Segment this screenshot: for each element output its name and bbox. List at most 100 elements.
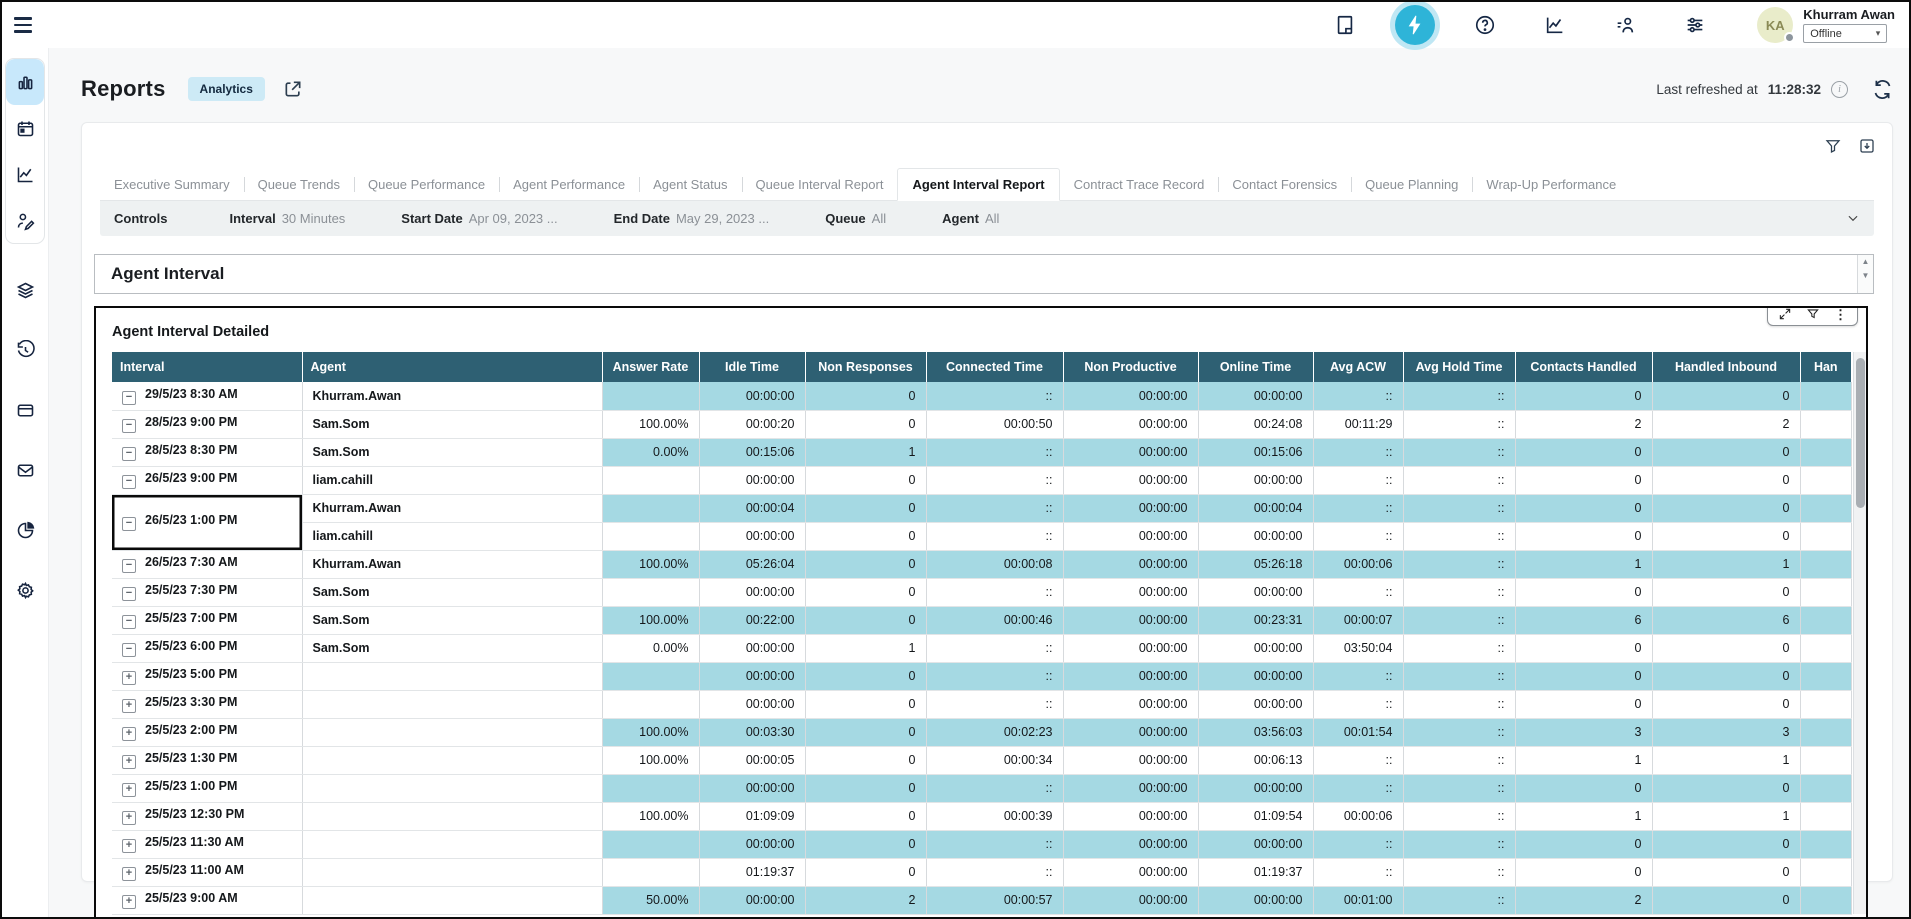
agent-cell[interactable]: liam.cahill bbox=[302, 466, 602, 494]
interval-cell[interactable]: +25/5/23 12:30 PM bbox=[112, 802, 302, 830]
cell-avg-acw[interactable]: :: bbox=[1313, 690, 1403, 718]
cell-answer-rate[interactable] bbox=[602, 578, 699, 606]
agent-cell[interactable]: Sam.Som bbox=[302, 634, 602, 662]
cell-non-productive[interactable]: 00:00:00 bbox=[1063, 830, 1198, 858]
cell-non-productive[interactable]: 00:00:00 bbox=[1063, 410, 1198, 438]
cell-online-time[interactable]: 00:00:00 bbox=[1198, 774, 1313, 802]
cell-non-responses[interactable]: 0 bbox=[805, 410, 926, 438]
cell-non-responses[interactable]: 0 bbox=[805, 858, 926, 886]
cell-connected-time[interactable]: :: bbox=[926, 634, 1063, 662]
cell-non-productive[interactable]: 00:00:00 bbox=[1063, 802, 1198, 830]
tab-wrap-up-performance[interactable]: Wrap-Up Performance bbox=[1472, 169, 1630, 200]
cell-handled-inbound[interactable]: 0 bbox=[1652, 858, 1800, 886]
cell-idle-time[interactable]: 00:00:00 bbox=[699, 662, 805, 690]
cell-connected-time[interactable]: :: bbox=[926, 830, 1063, 858]
agent-cell[interactable] bbox=[302, 858, 602, 886]
cell-answer-rate[interactable]: 100.00% bbox=[602, 606, 699, 634]
cell-non-responses[interactable]: 0 bbox=[805, 718, 926, 746]
layers-icon[interactable] bbox=[6, 266, 44, 314]
agent-cell[interactable]: Sam.Som bbox=[302, 438, 602, 466]
cell-avg-acw[interactable]: :: bbox=[1313, 746, 1403, 774]
notes-icon[interactable] bbox=[1325, 5, 1365, 45]
cell-idle-time[interactable]: 00:00:00 bbox=[699, 382, 805, 410]
cell-non-productive[interactable]: 00:00:00 bbox=[1063, 494, 1198, 522]
cell-connected-time[interactable]: :: bbox=[926, 382, 1063, 410]
cell-avg-hold-time[interactable]: :: bbox=[1403, 578, 1515, 606]
cell-non-responses[interactable]: 0 bbox=[805, 578, 926, 606]
cell-answer-rate[interactable] bbox=[602, 858, 699, 886]
cell-non-responses[interactable]: 2 bbox=[805, 886, 926, 914]
cell-avg-acw[interactable]: :: bbox=[1313, 830, 1403, 858]
cell-idle-time[interactable]: 00:00:00 bbox=[699, 830, 805, 858]
interval-cell[interactable]: −25/5/23 6:00 PM bbox=[112, 634, 302, 662]
cell-han[interactable] bbox=[1800, 802, 1852, 830]
cell-idle-time[interactable]: 00:00:00 bbox=[699, 522, 805, 550]
cell-avg-hold-time[interactable]: :: bbox=[1403, 690, 1515, 718]
collapse-row-icon[interactable]: − bbox=[122, 587, 136, 601]
trend-icon[interactable] bbox=[6, 151, 44, 197]
cell-han[interactable] bbox=[1800, 550, 1852, 578]
cell-contacts-handled[interactable]: 0 bbox=[1515, 522, 1652, 550]
contacts-icon[interactable] bbox=[1605, 5, 1645, 45]
cell-connected-time[interactable]: 00:00:34 bbox=[926, 746, 1063, 774]
tab-queue-performance[interactable]: Queue Performance bbox=[354, 169, 499, 200]
agent-cell[interactable]: Sam.Som bbox=[302, 410, 602, 438]
cell-non-responses[interactable]: 0 bbox=[805, 494, 926, 522]
cell-idle-time[interactable]: 00:00:00 bbox=[699, 886, 805, 914]
cell-handled-inbound[interactable]: 0 bbox=[1652, 382, 1800, 410]
cell-connected-time[interactable]: :: bbox=[926, 774, 1063, 802]
column-header-non-responses[interactable]: Non Responses bbox=[805, 352, 926, 382]
cell-avg-acw[interactable]: :: bbox=[1313, 466, 1403, 494]
cell-online-time[interactable]: 00:00:00 bbox=[1198, 382, 1313, 410]
cell-avg-acw[interactable]: :: bbox=[1313, 382, 1403, 410]
cell-non-productive[interactable]: 00:00:00 bbox=[1063, 746, 1198, 774]
gear-icon[interactable] bbox=[6, 566, 44, 614]
cell-non-productive[interactable]: 00:00:00 bbox=[1063, 522, 1198, 550]
agent-cell[interactable] bbox=[302, 886, 602, 914]
tab-contract-trace-record[interactable]: Contract Trace Record bbox=[1060, 169, 1219, 200]
cell-online-time[interactable]: 00:00:00 bbox=[1198, 690, 1313, 718]
cell-avg-hold-time[interactable]: :: bbox=[1403, 466, 1515, 494]
cell-avg-acw[interactable]: 00:00:06 bbox=[1313, 802, 1403, 830]
cell-contacts-handled[interactable]: 0 bbox=[1515, 438, 1652, 466]
cell-non-productive[interactable]: 00:00:00 bbox=[1063, 662, 1198, 690]
column-header-answer-rate[interactable]: Answer Rate bbox=[602, 352, 699, 382]
cell-answer-rate[interactable] bbox=[602, 662, 699, 690]
filter-icon[interactable] bbox=[1824, 137, 1842, 155]
cell-non-responses[interactable]: 0 bbox=[805, 690, 926, 718]
cell-handled-inbound[interactable]: 3 bbox=[1652, 718, 1800, 746]
cell-online-time[interactable]: 00:00:00 bbox=[1198, 634, 1313, 662]
control-interval[interactable]: Interval30 Minutes bbox=[229, 211, 345, 226]
column-header-interval[interactable]: Interval bbox=[112, 352, 302, 382]
cell-idle-time[interactable]: 00:00:00 bbox=[699, 578, 805, 606]
cell-online-time[interactable]: 00:00:00 bbox=[1198, 886, 1313, 914]
cell-non-responses[interactable]: 0 bbox=[805, 746, 926, 774]
cell-handled-inbound[interactable]: 0 bbox=[1652, 662, 1800, 690]
download-icon[interactable] bbox=[1858, 137, 1876, 155]
cell-handled-inbound[interactable]: 1 bbox=[1652, 802, 1800, 830]
control-end-date[interactable]: End DateMay 29, 2023 ... bbox=[614, 211, 770, 226]
cell-handled-inbound[interactable]: 0 bbox=[1652, 466, 1800, 494]
cell-online-time[interactable]: 05:26:18 bbox=[1198, 550, 1313, 578]
cell-han[interactable] bbox=[1800, 606, 1852, 634]
status-dropdown[interactable]: Offline ▾ bbox=[1803, 24, 1887, 43]
cell-idle-time[interactable]: 00:00:00 bbox=[699, 466, 805, 494]
cell-avg-hold-time[interactable]: :: bbox=[1403, 802, 1515, 830]
cell-non-responses[interactable]: 0 bbox=[805, 802, 926, 830]
expand-row-icon[interactable]: + bbox=[122, 839, 136, 853]
cell-avg-hold-time[interactable]: :: bbox=[1403, 662, 1515, 690]
history-icon[interactable] bbox=[6, 326, 44, 374]
cell-avg-acw[interactable]: 00:11:29 bbox=[1313, 410, 1403, 438]
cell-non-productive[interactable]: 00:00:00 bbox=[1063, 886, 1198, 914]
scroll-up-icon[interactable]: ▲ bbox=[1862, 258, 1870, 266]
cell-avg-acw[interactable]: :: bbox=[1313, 522, 1403, 550]
column-header-avg-hold-time[interactable]: Avg Hold Time bbox=[1403, 352, 1515, 382]
column-header-agent[interactable]: Agent bbox=[302, 352, 602, 382]
cell-avg-hold-time[interactable]: :: bbox=[1403, 522, 1515, 550]
tab-queue-trends[interactable]: Queue Trends bbox=[244, 169, 354, 200]
cell-non-responses[interactable]: 0 bbox=[805, 522, 926, 550]
column-header-handled-inbound[interactable]: Handled Inbound bbox=[1652, 352, 1800, 382]
cell-handled-inbound[interactable]: 0 bbox=[1652, 438, 1800, 466]
pie-chart-icon[interactable] bbox=[6, 506, 44, 554]
cell-han[interactable] bbox=[1800, 466, 1852, 494]
